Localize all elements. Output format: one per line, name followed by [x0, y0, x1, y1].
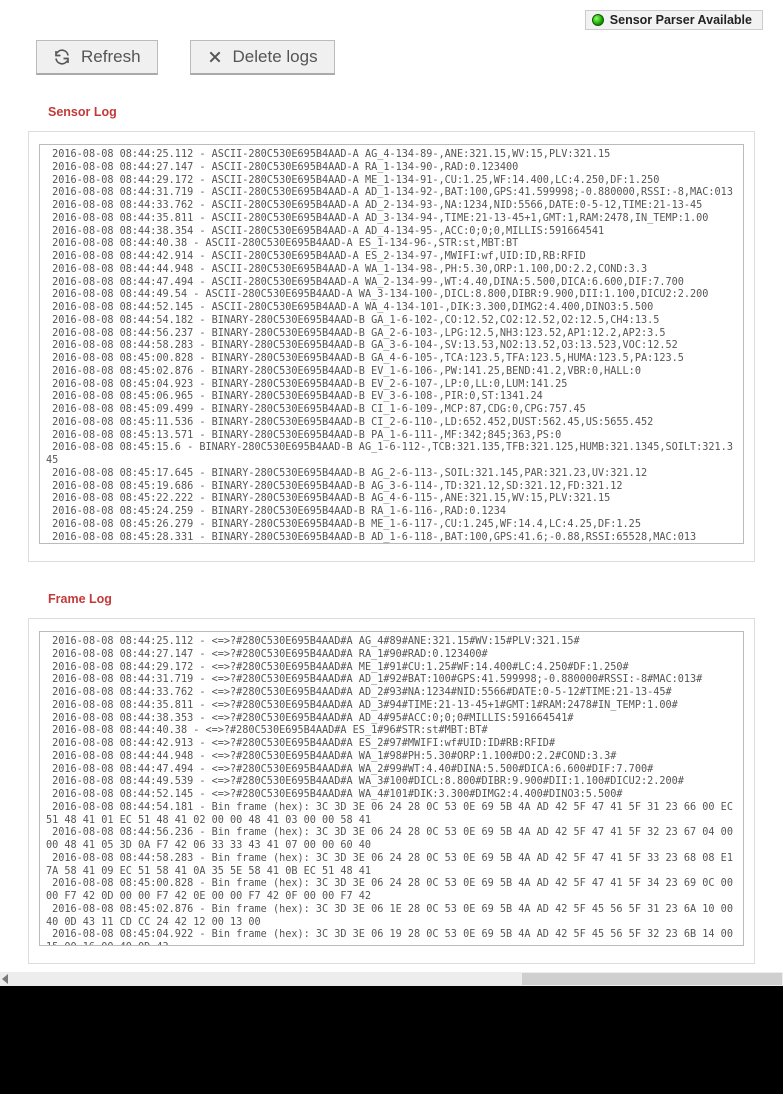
status-led-icon: [592, 14, 604, 26]
frame-log-textarea[interactable]: [39, 631, 744, 946]
sensor-log-textarea[interactable]: [39, 144, 744, 544]
sensor-log-frame: [28, 131, 755, 562]
refresh-label: Refresh: [81, 47, 141, 67]
unused-region: [0, 986, 783, 1094]
refresh-button[interactable]: Refresh: [36, 40, 158, 75]
status-bar: Sensor Parser Available: [0, 0, 783, 30]
scroll-left-icon: [2, 974, 8, 984]
refresh-icon: [53, 48, 71, 66]
horizontal-scrollbar[interactable]: [0, 972, 783, 986]
delete-logs-button[interactable]: Delete logs: [190, 40, 335, 75]
frame-log-title: Frame Log: [0, 562, 783, 618]
sensor-log-title: Sensor Log: [0, 75, 783, 131]
toolbar: Refresh Delete logs: [0, 30, 783, 75]
status-label: Sensor Parser Available: [610, 13, 752, 27]
close-icon: [207, 49, 223, 65]
scrollbar-thumb[interactable]: [522, 973, 782, 985]
frame-log-frame: [28, 618, 755, 964]
sensor-parser-status: Sensor Parser Available: [585, 10, 763, 30]
delete-logs-label: Delete logs: [233, 47, 318, 67]
